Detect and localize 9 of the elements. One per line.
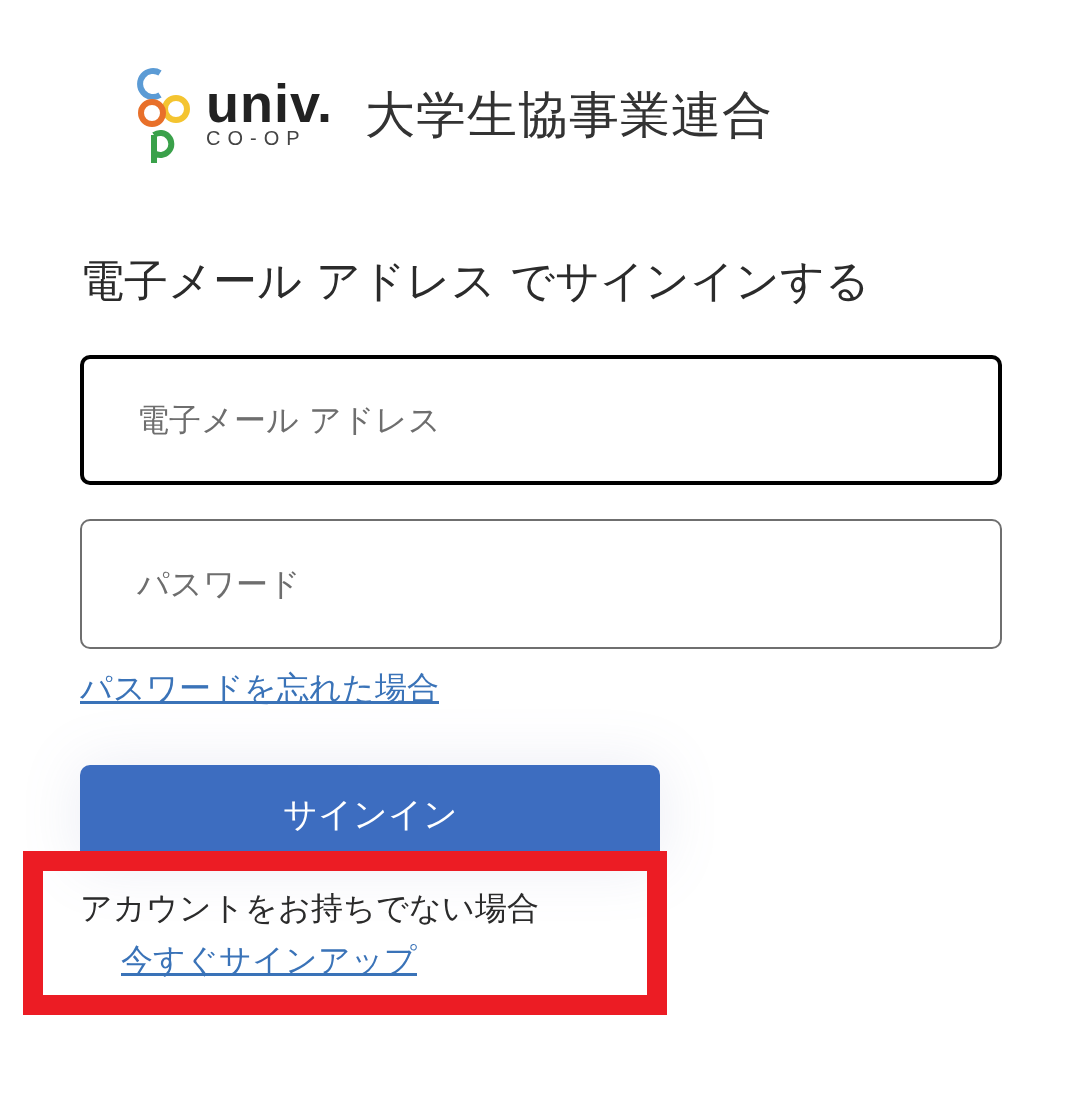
input-field[interactable]: パスワード: [80, 519, 1002, 649]
input-field[interactable]: 電子メール アドレス: [80, 355, 1002, 485]
logo-wordmark: univ.: [206, 80, 333, 126]
no-account-text: アカウントをお持ちでない場合: [80, 888, 540, 929]
logo-subtitle: CO-OP: [206, 126, 308, 150]
organization-name: 大学生協事業連合: [365, 84, 773, 146]
sign-up-link[interactable]: 今すぐサインアップ: [121, 939, 417, 983]
forgot-password-link[interactable]: パスワードを忘れた場合: [80, 667, 439, 711]
page-heading: 電子メール アドレス でサインインする: [80, 254, 871, 308]
